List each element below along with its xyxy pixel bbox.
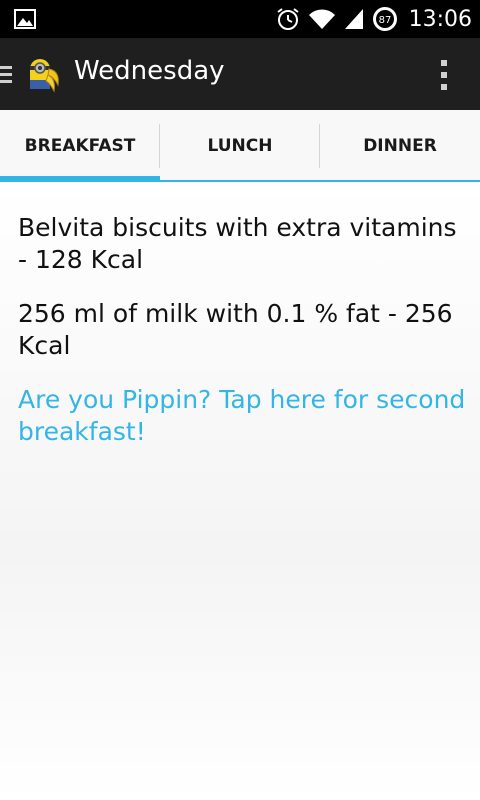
- meal-item: 256 ml of milk with 0.1 % fat - 256 Kcal: [18, 299, 453, 360]
- page-title: Wednesday: [74, 56, 225, 86]
- status-time: 13:06: [408, 6, 472, 32]
- tab-label: DINNER: [363, 136, 437, 156]
- status-icons: 87 13:06: [269, 0, 472, 38]
- meal-tabs: BREAKFAST LUNCH DINNER: [0, 110, 480, 182]
- tab-label: LUNCH: [207, 136, 273, 156]
- alarm-clock-icon: [275, 6, 301, 32]
- tab-lunch[interactable]: LUNCH: [160, 110, 320, 182]
- wifi-icon: [307, 7, 337, 31]
- cell-signal-icon: [343, 7, 365, 31]
- tab-breakfast[interactable]: BREAKFAST: [0, 110, 160, 182]
- image-icon: [14, 9, 36, 29]
- second-breakfast-link[interactable]: Are you Pippin? Tap here for second brea…: [18, 384, 468, 448]
- more-vertical-icon[interactable]: [438, 58, 450, 92]
- meal-item: Belvita biscuits with extra vitamins - 1…: [18, 213, 457, 274]
- battery-level-icon: 87: [371, 5, 399, 33]
- minion-logo-icon[interactable]: [22, 53, 64, 95]
- battery-level-text: 87: [378, 15, 391, 26]
- tab-label: BREAKFAST: [24, 136, 136, 156]
- meal-list: Belvita biscuits with extra vitamins - 1…: [18, 212, 468, 448]
- status-bar: 87 13:06: [0, 0, 480, 38]
- meal-content: Belvita biscuits with extra vitamins - 1…: [0, 182, 480, 800]
- app-screen: 87 13:06 Wednesday BREAKFAST LUNCH DINNE…: [0, 0, 480, 800]
- action-bar: Wednesday: [0, 38, 480, 110]
- hamburger-menu-icon[interactable]: [0, 64, 14, 84]
- tab-dinner[interactable]: DINNER: [320, 110, 480, 182]
